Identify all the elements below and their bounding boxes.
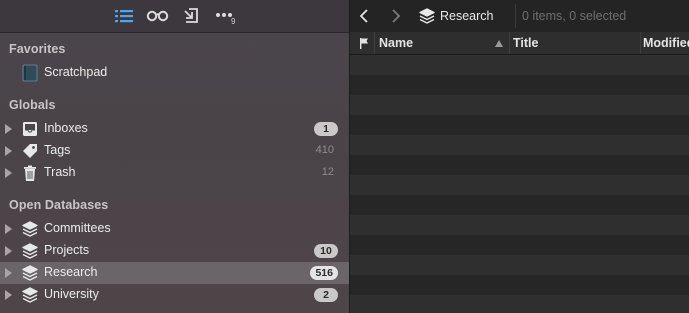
open-databases-header: Open Databases [9, 198, 109, 212]
count-badge: 10 [314, 244, 338, 258]
sidebar: 9 Favorites Scratchpad Globals Inboxes 1 [0, 0, 350, 313]
disclosure-triangle-icon[interactable] [5, 124, 12, 134]
empty-list-row [350, 175, 689, 195]
document-list[interactable] [350, 55, 689, 313]
sidebar-item-university[interactable]: University 2 [0, 284, 349, 306]
empty-list-row [350, 215, 689, 235]
list-view-icon[interactable] [112, 5, 140, 27]
count-text: 410 [315, 144, 334, 156]
empty-list-row [350, 155, 689, 175]
sidebar-item-projects[interactable]: Projects 10 [0, 240, 349, 262]
globals-header: Globals [9, 98, 56, 112]
disclosure-triangle-icon[interactable] [5, 268, 12, 278]
count-badge: 2 [314, 288, 338, 302]
sidebar-item-committees[interactable]: Committees [0, 218, 349, 240]
empty-list-row [350, 135, 689, 155]
column-header-flag[interactable] [350, 32, 375, 54]
database-stack-icon [21, 220, 39, 238]
database-stack-icon [21, 264, 39, 282]
column-header-row: Name Title Modified [350, 32, 689, 55]
database-stack-icon [419, 8, 435, 24]
chevron-right-icon[interactable] [386, 7, 404, 25]
main-pane: Research 0 items, 0 selected Name Title … [350, 0, 689, 313]
notebook-icon [21, 64, 39, 82]
location-label: Research [440, 9, 494, 23]
disclosure-triangle-icon[interactable] [5, 290, 12, 300]
sidebar-item-label: Inboxes [44, 121, 88, 135]
sidebar-item-inboxes[interactable]: Inboxes 1 [0, 118, 349, 140]
database-stack-icon [21, 286, 39, 304]
sidebar-item-label: Committees [44, 221, 111, 235]
column-label: Modified [643, 36, 689, 50]
column-label: Name [379, 36, 414, 50]
empty-list-row [350, 55, 689, 75]
column-header-modified[interactable]: Modified [641, 32, 689, 54]
disclosure-triangle-icon[interactable] [5, 146, 12, 156]
trash-icon [21, 164, 39, 182]
sidebar-item-label: University [44, 287, 99, 301]
sidebar-item-scratchpad[interactable]: Scratchpad [0, 62, 349, 84]
column-label: Title [513, 36, 539, 50]
main-toolbar: Research 0 items, 0 selected [350, 0, 689, 33]
empty-list-row [350, 255, 689, 275]
return-arrow-icon[interactable] [180, 5, 208, 27]
tag-icon [21, 142, 39, 160]
favorites-header: Favorites [9, 42, 66, 56]
sidebar-item-label: Trash [44, 165, 76, 179]
sidebar-item-label: Projects [44, 243, 90, 257]
empty-list-row [350, 115, 689, 135]
disclosure-triangle-icon[interactable] [5, 224, 12, 234]
column-header-name[interactable]: Name [375, 32, 510, 54]
more-icon[interactable]: 9 [214, 5, 242, 27]
chevron-left-icon[interactable] [356, 7, 374, 25]
sidebar-item-tags[interactable]: Tags 410 [0, 140, 349, 162]
empty-list-row [350, 75, 689, 95]
empty-list-row [350, 275, 689, 295]
database-stack-icon [21, 242, 39, 260]
sort-ascending-icon [495, 40, 503, 47]
sidebar-item-trash[interactable]: Trash 12 [0, 162, 349, 184]
selection-status: 0 items, 0 selected [522, 9, 627, 23]
flag-icon [360, 38, 368, 49]
sidebar-item-label: Scratchpad [44, 65, 108, 79]
empty-list-row [350, 95, 689, 115]
count-text: 12 [321, 166, 334, 178]
toolbar-divider [515, 4, 516, 28]
empty-list-row [350, 235, 689, 255]
sidebar-item-research[interactable]: Research 516 [0, 262, 349, 284]
disclosure-triangle-icon[interactable] [5, 246, 12, 256]
sidebar-toolbar: 9 [0, 0, 349, 33]
disclosure-triangle-icon[interactable] [5, 168, 12, 178]
count-badge: 516 [310, 266, 338, 280]
empty-list-row [350, 195, 689, 215]
inbox-icon [21, 120, 39, 138]
sidebar-item-label: Tags [44, 143, 71, 157]
sidebar-item-label: Research [44, 265, 98, 279]
more-badge: 9 [231, 17, 236, 26]
empty-list-row [350, 295, 689, 313]
column-header-title[interactable]: Title [510, 32, 641, 54]
reading-glasses-icon[interactable] [145, 5, 173, 27]
count-badge: 1 [314, 122, 338, 136]
